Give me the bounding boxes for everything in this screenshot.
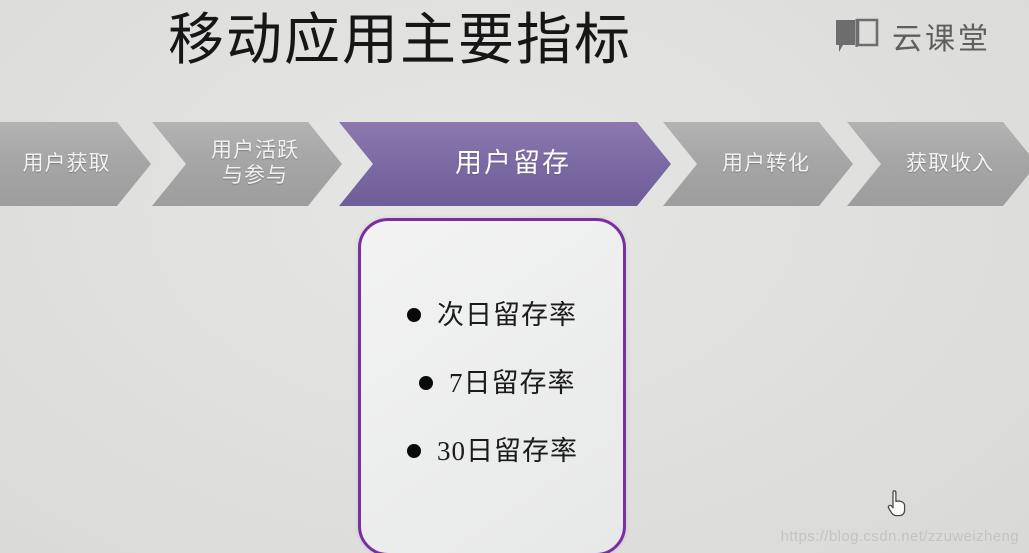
pointing-hand-cursor (887, 490, 906, 517)
bullet-dot-icon (407, 308, 421, 322)
flow-step-label-line2: 与参与 (222, 163, 288, 187)
flow-step-label: 用户转化 (722, 150, 810, 175)
open-book-icon (836, 18, 879, 52)
list-item-label: 次日留存率 (437, 300, 577, 330)
list-item-label: 7日留存率 (449, 368, 576, 398)
page-title: 移动应用主要指标 (168, 10, 632, 72)
flow-step-user-acquisition[interactable]: 用户获取 (0, 122, 151, 206)
flow-step-user-activity[interactable]: 用户活跃 与参与 (152, 122, 342, 206)
flow-step-generate-revenue[interactable]: 获取收入 (847, 122, 1029, 206)
list-item: 次日留存率 (361, 281, 623, 349)
list-item-label: 30日留存率 (437, 436, 578, 466)
retention-metrics-card: 次日留存率 7日留存率 30日留存率 (358, 218, 626, 553)
flow-step-label: 用户获取 (22, 150, 111, 175)
slide-canvas: 移动应用主要指标 云课堂 用户获取 用户活跃 与参与 用户留存 用户转化 获取收… (0, 0, 1029, 553)
flow-step-user-retention[interactable]: 用户留存 (339, 122, 671, 206)
list-item: 30日留存率 (361, 417, 623, 485)
watermark-url: https://blog.csdn.net/zzuweizheng (780, 528, 1019, 545)
flow-step-label-line1: 用户活跃 (211, 138, 299, 162)
process-flow: 用户获取 用户活跃 与参与 用户留存 用户转化 获取收入 (0, 122, 1029, 206)
bullet-dot-icon (419, 376, 433, 390)
flow-step-user-conversion[interactable]: 用户转化 (663, 122, 853, 206)
flow-step-label: 用户活跃 与参与 (195, 138, 299, 188)
brand-name: 云课堂 (892, 23, 991, 56)
bullet-dot-icon (407, 444, 421, 458)
brand-logo: 云课堂 (834, 14, 991, 58)
flow-step-label: 用户留存 (455, 148, 571, 178)
flow-step-label: 获取收入 (906, 150, 994, 175)
list-item: 7日留存率 (361, 349, 623, 417)
retention-metrics-list: 次日留存率 7日留存率 30日留存率 (361, 281, 623, 485)
